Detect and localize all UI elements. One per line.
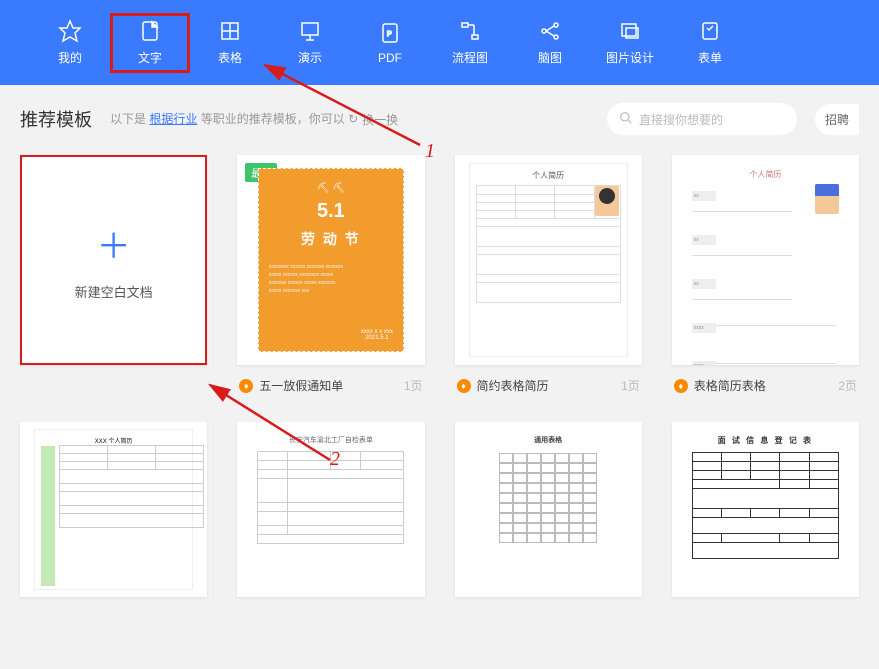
tab-mind[interactable]: 脑图 [510, 13, 590, 73]
refresh-icon: ↻ [348, 112, 358, 126]
card-resume-green[interactable]: XXX 个人简历 [20, 422, 207, 597]
star-icon [57, 19, 83, 43]
fire-icon: ♦ [674, 379, 688, 393]
form-icon [697, 19, 723, 43]
fire-icon: ♦ [239, 379, 253, 393]
presentation-icon [297, 19, 323, 43]
tab-sheet[interactable]: 表格 [190, 13, 270, 73]
card-resume-simple[interactable]: 个人简历 ♦ 简约表格简历 1页 [455, 155, 642, 394]
tab-mine[interactable]: 我的 [30, 13, 110, 73]
flowchart-icon [457, 19, 483, 43]
card-new-blank[interactable]: ＋ 新建空白文档 [20, 155, 207, 394]
card-interview-form[interactable]: 面 试 信 息 登 记 表 [672, 422, 859, 597]
mindmap-icon [537, 19, 563, 43]
tab-slides[interactable]: 演示 [270, 13, 350, 73]
grid-icon [217, 19, 243, 43]
document-icon [137, 19, 163, 43]
search-icon [619, 111, 633, 128]
card-general-table[interactable]: 通用表格 [455, 422, 642, 597]
subtitle: 以下是 根据行业 等职业的推荐模板，你可以 ↻ 换一换 [110, 110, 398, 128]
fire-icon: ♦ [457, 379, 471, 393]
card-check-form[interactable]: 长安汽车渝北工厂自检表单 [237, 422, 424, 597]
refresh-link[interactable]: ↻ 换一换 [348, 111, 398, 128]
header-row: 推荐模板 以下是 根据行业 等职业的推荐模板，你可以 ↻ 换一换 直接搜你想要的… [20, 103, 859, 135]
image-design-icon [617, 19, 643, 43]
tab-form[interactable]: 表单 [670, 13, 750, 73]
tab-design[interactable]: 图片设计 [590, 13, 670, 73]
right-pill-button[interactable]: 招聘 [815, 104, 859, 135]
tab-pdf[interactable]: P PDF [350, 13, 430, 73]
pdf-icon: P [377, 21, 403, 45]
top-navbar: 我的 文字 表格 演示 P PDF 流程图 脑图 图片设计 表单 [0, 0, 879, 85]
main-content: 推荐模板 以下是 根据行业 等职业的推荐模板，你可以 ↻ 换一换 直接搜你想要的… [0, 85, 879, 615]
template-grid: ＋ 新建空白文档 最新 ⛏ ⛏ 5.1 劳 动 节 xxxxxxxx xxxxx… [20, 155, 859, 597]
industry-link[interactable]: 根据行业 [149, 112, 197, 126]
svg-text:P: P [387, 31, 392, 38]
tab-text[interactable]: 文字 [110, 13, 190, 73]
search-input[interactable]: 直接搜你想要的 [607, 103, 797, 135]
plus-icon: ＋ [97, 219, 131, 268]
page-title: 推荐模板 [20, 106, 92, 132]
tab-flow[interactable]: 流程图 [430, 13, 510, 73]
card-holiday-notice[interactable]: 最新 ⛏ ⛏ 5.1 劳 动 节 xxxxxxxx xxxxxx xxxxxxx… [237, 155, 424, 394]
card-resume-table[interactable]: 个人简历 xxxxxx xxxx xxxx xxxx ♦ 表格简历表格 2页 [672, 155, 859, 394]
blank-label: 新建空白文档 [75, 282, 153, 301]
